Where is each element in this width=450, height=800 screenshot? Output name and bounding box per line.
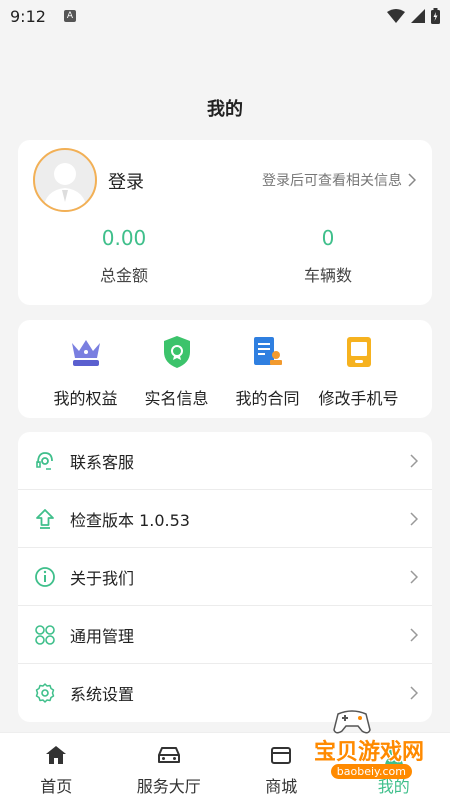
upload-arrow-icon — [36, 508, 54, 529]
nav-label: 首页 — [40, 777, 73, 796]
total-amount-label: 总金额 — [99, 266, 148, 285]
vehicles-stat[interactable]: 0 车辆数 — [228, 226, 428, 286]
nav-label: 我的 — [377, 777, 410, 796]
quick-item-real-name[interactable]: 实名信息 — [131, 320, 222, 418]
menu-item-contact-service[interactable]: 联系客服 — [18, 432, 432, 490]
menu-item-about-us[interactable]: 关于我们 — [18, 548, 432, 606]
quick-item-change-phone[interactable]: 修改手机号 — [313, 320, 404, 418]
status-icons — [387, 8, 440, 24]
notification-a-icon: A — [63, 10, 76, 22]
nav-label: 商城 — [265, 777, 298, 796]
chevron-right-icon — [408, 173, 416, 187]
nav-item-mall[interactable]: 商城 — [225, 733, 338, 800]
quick-item-label: 实名信息 — [144, 389, 209, 408]
nav-label: 服务大厅 — [136, 777, 201, 796]
login-hint-text: 登录后可查看相关信息 — [262, 173, 402, 189]
contract-icon — [253, 337, 282, 365]
nav-item-mine[interactable]: 我的 — [338, 733, 450, 800]
menu-item-general-management[interactable]: 通用管理 — [18, 606, 432, 664]
quick-item-contract[interactable]: 我的合同 — [222, 320, 313, 418]
avatar[interactable] — [33, 148, 97, 212]
shop-icon — [271, 747, 292, 764]
quick-item-label: 修改手机号 — [318, 389, 399, 408]
home-icon — [46, 746, 67, 764]
vehicles-value: 0 — [321, 226, 335, 250]
crown-icon — [71, 340, 100, 366]
headset-icon — [36, 451, 53, 470]
total-amount-value: 0.00 — [101, 226, 147, 250]
menu-item-check-version[interactable]: 检查版本 1.0.53 — [18, 490, 432, 548]
bottom-nav: 首页 服务大厅 商城 我的 — [0, 732, 450, 800]
info-icon — [35, 566, 55, 587]
shield-icon — [163, 336, 190, 368]
menu-item-label: 系统设置 — [70, 685, 135, 704]
chevron-right-icon — [410, 686, 418, 700]
menu-item-system-settings[interactable]: 系统设置 — [18, 664, 432, 722]
login-hint-link[interactable]: 登录后可查看相关信息 — [262, 170, 416, 190]
chevron-right-icon — [410, 511, 418, 526]
signal-icon — [411, 9, 425, 23]
menu-item-label: 检查版本 1.0.53 — [70, 510, 190, 530]
vehicles-label: 车辆数 — [303, 266, 352, 285]
nav-item-home[interactable]: 首页 — [0, 733, 113, 800]
gear-icon — [35, 683, 55, 703]
menu-item-label: 联系客服 — [70, 452, 135, 472]
chevron-right-icon — [410, 569, 418, 584]
status-bar: 9:12 A — [0, 0, 450, 32]
nav-item-service-hall[interactable]: 服务大厅 — [113, 733, 226, 800]
profile-card: 登录 登录后可查看相关信息 0.00 总金额 0 车辆数 — [18, 140, 432, 305]
quick-item-label: 我的权益 — [53, 389, 118, 408]
login-label[interactable]: 登录 — [108, 168, 144, 194]
chevron-right-icon — [410, 453, 418, 468]
battery-icon — [431, 8, 440, 24]
menu-item-label: 关于我们 — [70, 568, 135, 588]
quick-item-label: 我的合同 — [235, 389, 300, 408]
menu-card: 联系客服 检查版本 1.0.53 关于我们 通用管理 系统设置 — [18, 432, 432, 722]
car-icon — [157, 747, 180, 763]
grid-icon — [35, 624, 55, 645]
total-amount-stat[interactable]: 0.00 总金额 — [24, 226, 224, 286]
status-time: 9:12 — [10, 6, 46, 26]
menu-item-label: 通用管理 — [70, 626, 135, 646]
quick-actions-card: 我的权益 实名信息 我的合同 修改手机号 — [18, 320, 432, 418]
phone-edit-icon — [346, 337, 371, 367]
default-avatar-icon — [43, 163, 87, 210]
chevron-right-icon — [410, 627, 418, 642]
wifi-icon — [387, 9, 405, 23]
profile-icon — [384, 746, 403, 765]
quick-item-rights[interactable]: 我的权益 — [40, 320, 131, 418]
page-title: 我的 — [207, 99, 243, 120]
